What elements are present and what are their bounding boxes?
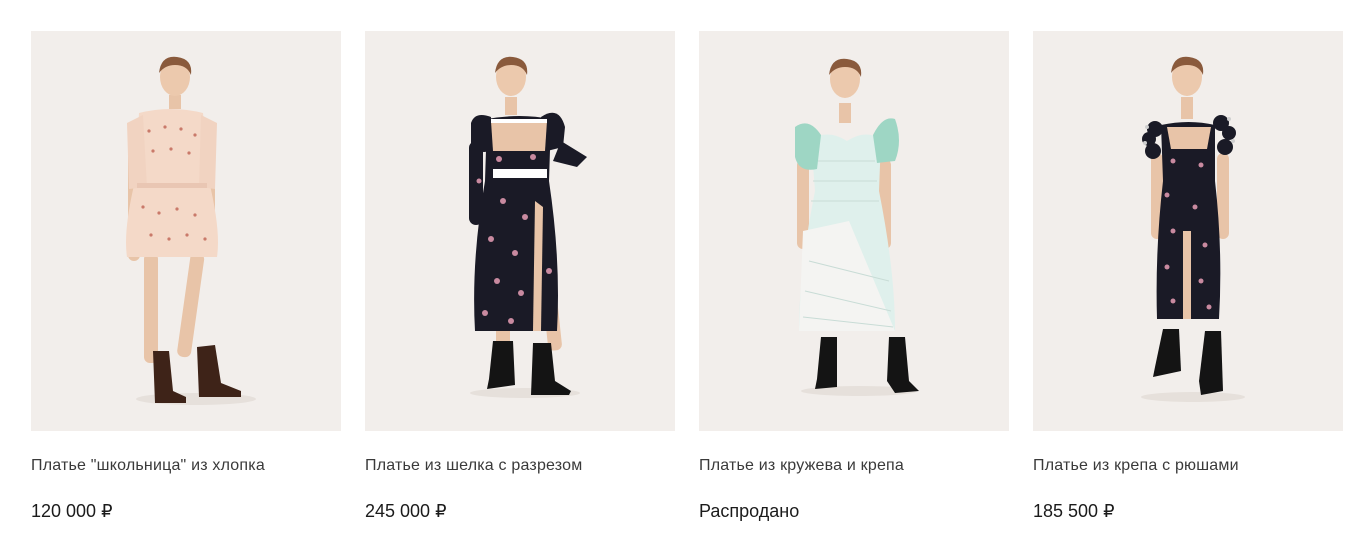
product-name[interactable]: Платье из шелка с разрезом (365, 457, 675, 475)
product-photo[interactable] (365, 31, 675, 431)
product-photo[interactable] (31, 31, 341, 431)
product-photo[interactable] (1033, 31, 1343, 431)
model-in-black-floral-ruffle-crepe-dress-icon (1141, 56, 1245, 402)
product-price: 120 000 ₽ (31, 501, 113, 521)
product-card[interactable]: Платье из шелка с разрезом 245 000 ₽ (365, 31, 675, 521)
product-name[interactable]: Платье из кружева и крепа (699, 457, 1009, 475)
product-photo[interactable] (699, 31, 1009, 431)
product-price: 185 500 ₽ (1033, 501, 1115, 521)
product-name[interactable]: Платье из крепа с рюшами (1033, 457, 1343, 475)
product-name[interactable]: Платье "школьница" из хлопка (31, 457, 341, 475)
product-card[interactable]: Платье из крепа с рюшами 185 500 ₽ (1033, 31, 1343, 521)
product-price: 245 000 ₽ (365, 501, 447, 521)
product-price: Распродано (699, 501, 800, 521)
model-in-pink-floral-cotton-mini-dress-icon (126, 56, 256, 405)
model-in-black-floral-silk-slit-dress-icon (469, 56, 587, 398)
model-in-white-lace-mint-sleeve-dress-icon (795, 58, 919, 396)
product-card[interactable]: Платье "школьница" из хлопка 120 000 ₽ (31, 31, 341, 521)
product-card[interactable]: Платье из кружева и крепа Распродано (699, 31, 1009, 521)
product-grid: Платье "школьница" из хлопка 120 000 ₽ П… (31, 31, 1343, 521)
